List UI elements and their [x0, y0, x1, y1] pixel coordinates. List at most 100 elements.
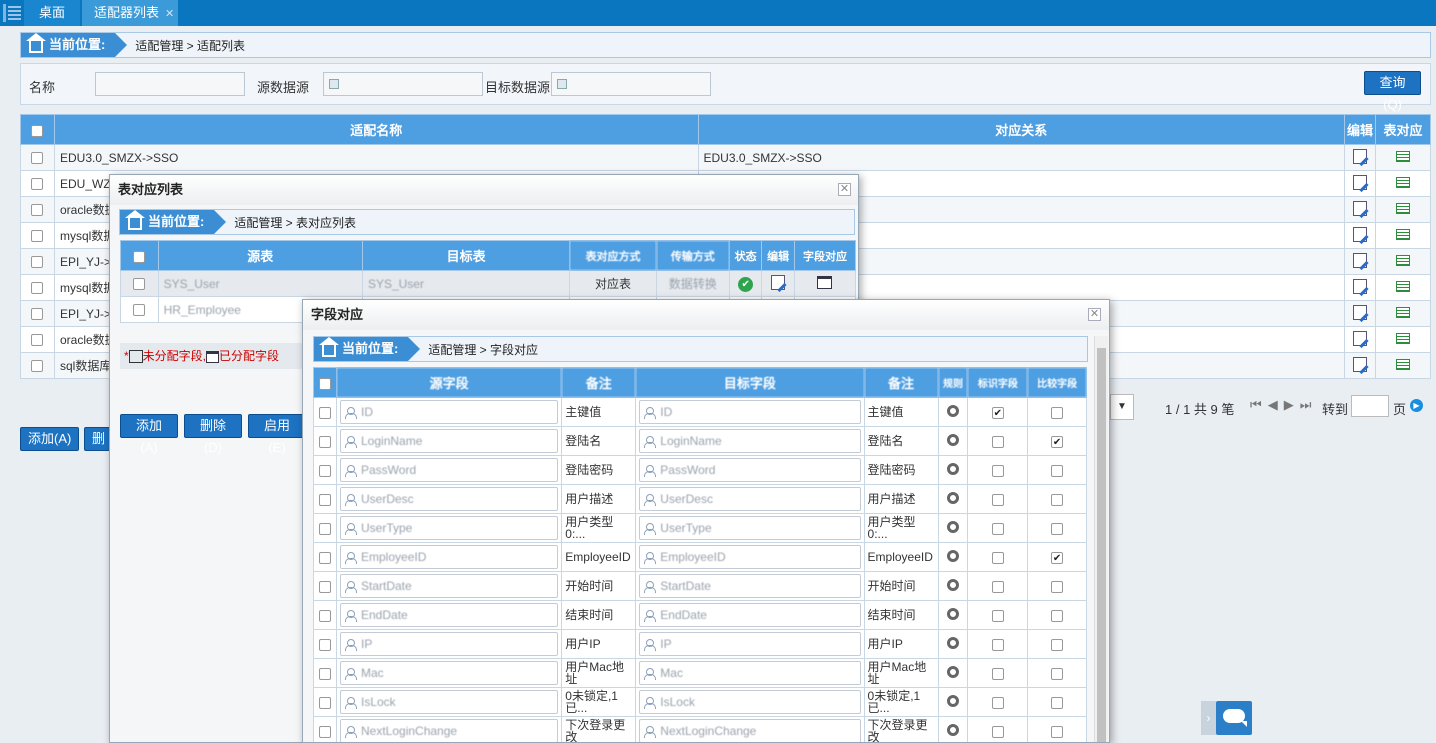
row-checkbox[interactable] [133, 304, 146, 317]
source-field-input[interactable]: ID [340, 400, 559, 424]
row-checkbox[interactable] [31, 334, 44, 347]
close-icon[interactable]: ✕ [165, 8, 174, 20]
page-size-select[interactable]: ▼ [1110, 394, 1134, 420]
key-field-checkbox[interactable] [991, 609, 1004, 622]
gear-icon[interactable] [947, 520, 959, 533]
row-checkbox[interactable] [319, 464, 331, 477]
enable-button[interactable]: 启用(E) [248, 414, 306, 455]
gear-icon[interactable] [947, 549, 959, 562]
pager-nav-icons[interactable]: ⏮◀▶⏭ [1250, 397, 1317, 413]
select-all-checkbox[interactable] [133, 250, 146, 263]
edit-icon[interactable] [1353, 252, 1367, 268]
compare-field-checkbox[interactable] [1051, 696, 1064, 709]
table-icon[interactable] [1396, 254, 1410, 266]
target-field-input[interactable]: NextLoginChange [639, 719, 861, 742]
source-field-input[interactable]: PassWord [340, 458, 559, 482]
edit-icon[interactable] [771, 274, 786, 290]
compare-field-checkbox[interactable] [1051, 609, 1064, 622]
table-icon[interactable] [1396, 150, 1410, 162]
gear-icon[interactable] [947, 665, 959, 678]
row-checkbox[interactable] [319, 725, 331, 738]
compare-field-checkbox[interactable] [1051, 725, 1064, 738]
key-field-checkbox[interactable] [991, 638, 1004, 651]
edit-icon[interactable] [1353, 304, 1367, 320]
gear-icon[interactable] [947, 491, 959, 504]
compare-field-checkbox[interactable] [1051, 580, 1064, 593]
select-all-checkbox[interactable] [319, 377, 331, 390]
compare-field-checkbox[interactable] [1051, 464, 1064, 477]
table-row[interactable]: UserDesc 用户描述 UserDesc 用户描述 [313, 484, 1087, 514]
tab-desktop[interactable]: 桌面 [24, 0, 80, 26]
target-field-input[interactable]: IsLock [639, 690, 861, 714]
edit-icon[interactable] [1353, 174, 1367, 190]
compare-field-checkbox[interactable] [1051, 667, 1064, 680]
table-row[interactable]: Mac 用户Mac地址 Mac 用户Mac地址 [313, 658, 1087, 688]
row-checkbox[interactable] [31, 282, 44, 295]
col-target-table[interactable]: 目标表 [361, 240, 571, 271]
row-checkbox[interactable] [319, 522, 331, 535]
table-icon[interactable] [1396, 306, 1410, 318]
row-checkbox[interactable] [31, 178, 44, 191]
table-row[interactable]: IsLock 0未锁定,1已... IsLock 0未锁定,1已... [313, 687, 1087, 717]
table-row[interactable]: SYS_User SYS_User 对应表 数据转换 ✔ [120, 270, 857, 297]
target-field-input[interactable]: LoginName [639, 429, 861, 453]
close-icon[interactable]: ✕ [1088, 308, 1101, 321]
name-input[interactable] [95, 72, 245, 96]
row-checkbox[interactable] [31, 204, 44, 217]
table-icon[interactable] [1396, 202, 1410, 214]
key-field-checkbox[interactable] [991, 725, 1004, 738]
query-button[interactable]: 查询(Q) [1364, 71, 1421, 112]
source-field-input[interactable]: IP [340, 632, 559, 656]
target-field-input[interactable]: PassWord [639, 458, 861, 482]
row-checkbox[interactable] [319, 493, 331, 506]
table-icon[interactable] [1396, 358, 1410, 370]
table-row[interactable]: LoginName 登陆名 LoginName 登陆名 [313, 426, 1087, 456]
chat-icon[interactable] [1216, 701, 1252, 735]
row-checkbox[interactable] [31, 152, 44, 165]
table-row[interactable]: EmployeeID EmployeeID EmployeeID EmployeeID [313, 542, 1087, 572]
compare-field-checkbox[interactable] [1051, 493, 1064, 506]
row-checkbox[interactable] [31, 230, 44, 243]
edit-icon[interactable] [1353, 356, 1367, 372]
chat-toggle-icon[interactable]: › [1201, 701, 1216, 735]
source-field-input[interactable]: UserDesc [340, 487, 559, 511]
go-icon[interactable]: ▶ [1410, 399, 1423, 412]
target-field-input[interactable]: StartDate [639, 574, 861, 598]
gear-icon[interactable] [947, 723, 959, 736]
table-row[interactable]: EDU3.0_SMZX->SSO EDU3.0_SMZX->SSO [20, 144, 1431, 171]
edit-icon[interactable] [1353, 226, 1367, 242]
gear-icon[interactable] [947, 404, 959, 417]
key-field-checkbox[interactable] [991, 696, 1004, 709]
scroll-thumb[interactable] [1097, 348, 1106, 742]
row-checkbox[interactable] [319, 435, 331, 448]
close-icon[interactable]: ✕ [838, 183, 851, 196]
table-row[interactable]: NextLoginChange 下次登录更改 NextLoginChange 下次登录… [313, 716, 1087, 742]
target-field-input[interactable]: ID [639, 400, 861, 424]
edit-icon[interactable] [1353, 148, 1367, 164]
table-icon[interactable] [1396, 332, 1410, 344]
goto-input[interactable] [1351, 395, 1389, 417]
row-checkbox[interactable] [319, 580, 331, 593]
target-field-input[interactable]: UserType [639, 516, 861, 540]
source-field-input[interactable]: Mac [340, 661, 559, 685]
key-field-checkbox[interactable] [991, 667, 1004, 680]
compare-field-checkbox[interactable] [1051, 406, 1064, 419]
scrollbar[interactable] [1094, 336, 1108, 742]
row-checkbox[interactable] [31, 256, 44, 269]
row-checkbox[interactable] [319, 609, 331, 622]
compare-field-checkbox[interactable] [1051, 551, 1064, 564]
row-checkbox[interactable] [133, 278, 146, 291]
source-select[interactable] [323, 72, 483, 96]
key-field-checkbox[interactable] [991, 580, 1004, 593]
gear-icon[interactable] [947, 462, 959, 475]
source-field-input[interactable]: EmployeeID [340, 545, 559, 569]
gear-icon[interactable] [947, 607, 959, 620]
add-button[interactable]: 添加(A) [20, 427, 80, 451]
row-checkbox[interactable] [319, 406, 331, 419]
key-field-checkbox[interactable] [991, 406, 1004, 419]
table-icon[interactable] [1396, 228, 1410, 240]
compare-field-checkbox[interactable] [1051, 435, 1064, 448]
source-field-input[interactable]: EndDate [340, 603, 559, 627]
key-field-checkbox[interactable] [991, 551, 1004, 564]
table-row[interactable]: IP 用户IP IP 用户IP [313, 629, 1087, 659]
